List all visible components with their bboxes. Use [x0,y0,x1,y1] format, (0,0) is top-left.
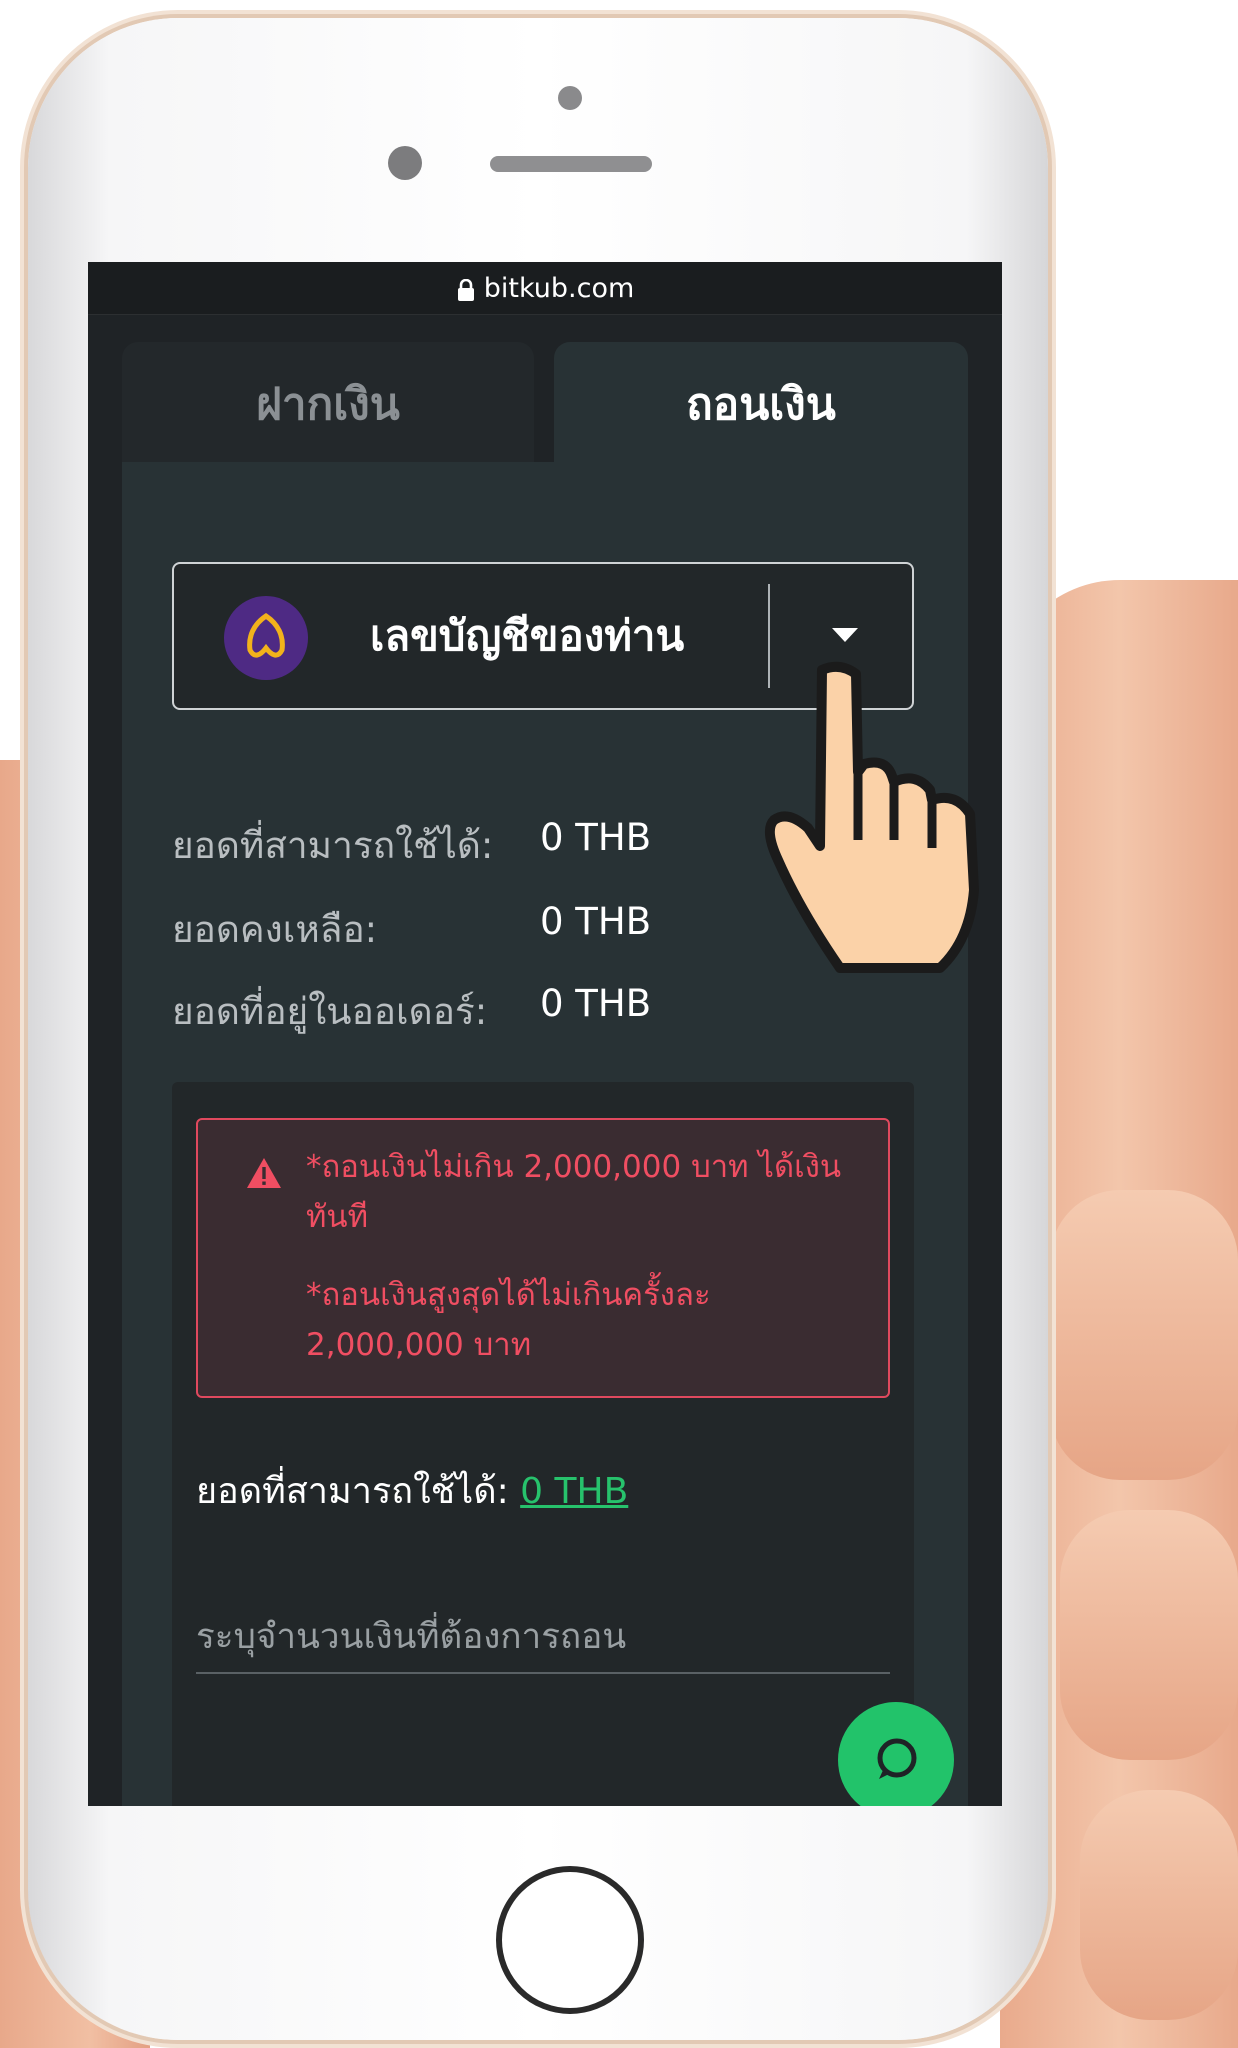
tab-bar: ฝากเงิน ถอนเงิน [122,342,968,466]
balance-label: ยอดที่อยู่ในออเดอร์: [172,990,488,1033]
tab-deposit[interactable]: ฝากเงิน [122,342,534,466]
tab-withdraw[interactable]: ถอนเงิน [554,342,968,466]
available-amount-link[interactable]: 0 THB [520,1471,628,1512]
bank-select-label: เลขบัญชีของท่าน [370,611,685,660]
warning-box: *ถอนเงินไม่เกิน 2,000,000 บาท ได้เงินทัน… [196,1118,890,1398]
warning-icon [247,1158,281,1188]
phone-screen: bitkub.com ฝากเงิน ถอนเงิน เลขบัญชีของท่… [88,262,1002,1806]
lock-icon [457,279,474,301]
pointing-hand-icon [764,661,979,973]
earpiece-speaker [490,156,652,172]
finger [1080,1790,1238,2020]
finger [1050,1190,1238,1480]
withdraw-form-card: *ถอนเงินไม่เกิน 2,000,000 บาท ได้เงินทัน… [172,1082,914,1806]
balance-label: ยอดคงเหลือ: [172,908,378,951]
available-label: ยอดที่สามารถใช้ได้: [196,1471,509,1512]
front-camera [388,146,422,180]
proximity-sensor [558,86,582,110]
warning-text: *ถอนเงินไม่เกิน 2,000,000 บาท ได้เงินทัน… [306,1149,842,1235]
finger [1060,1510,1238,1760]
balance-value: 0 THB [540,900,652,943]
balance-label: ยอดที่สามารถใช้ได้: [172,824,494,867]
available-balance: ยอดที่สามารถใช้ได้: 0 THB [196,1462,628,1519]
withdraw-amount-input[interactable] [196,1602,890,1674]
url-text: bitkub.com [483,272,635,304]
chevron-down-icon[interactable] [832,628,858,642]
balance-value: 0 THB [540,816,652,859]
chat-button[interactable] [838,1702,954,1806]
chat-bubble-icon [877,1738,917,1779]
balance-value: 0 THB [540,982,652,1025]
warning-text: *ถอนเงินสูงสุดได้ไม่เกินครั้งละ 2,000,00… [306,1277,711,1363]
home-button[interactable] [496,1866,644,2014]
browser-url-bar[interactable]: bitkub.com [88,262,1002,315]
bank-logo-icon [224,596,308,680]
